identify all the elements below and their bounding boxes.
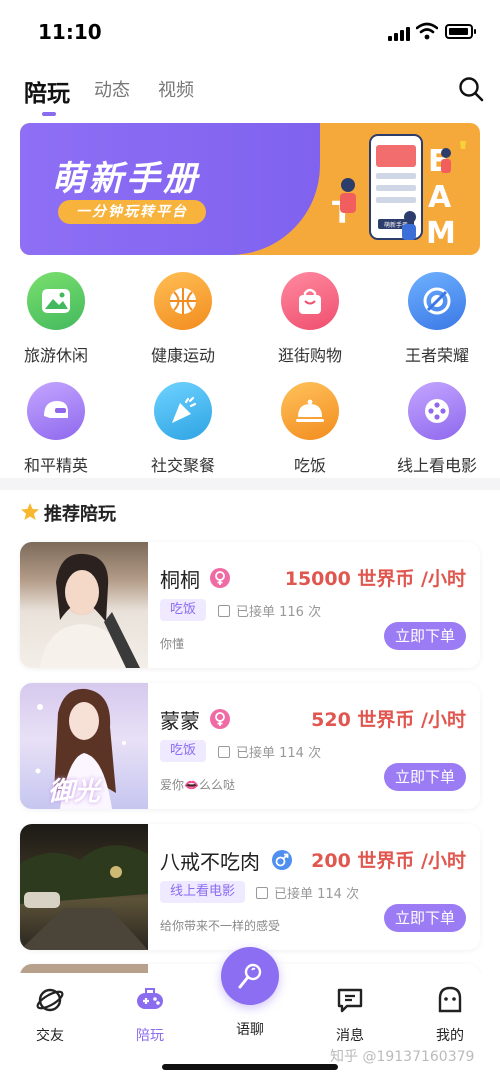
category-peace-elite[interactable]: 和平精英 — [6, 382, 106, 476]
signal-icon — [388, 27, 410, 41]
message-icon — [337, 988, 363, 1013]
star-icon — [21, 503, 39, 520]
planet-icon — [36, 988, 64, 1012]
order-now-button[interactable]: 立即下单 — [384, 904, 466, 932]
companion-price: 200 世界币 /小时 — [311, 850, 466, 872]
document-icon — [218, 605, 230, 617]
microphone-icon — [238, 963, 262, 989]
companion-price: 15000 世界币 /小时 — [284, 568, 466, 590]
category-shopping[interactable]: 逛街购物 — [260, 272, 360, 366]
banner-subtitle: 一分钟玩转平台 — [58, 200, 206, 224]
companion-tag: 吃饭 — [160, 740, 207, 762]
battery-icon — [445, 24, 476, 39]
order-now-button[interactable]: 立即下单 — [384, 622, 466, 650]
companion-photo — [20, 964, 148, 973]
svg-text:M: M — [426, 216, 456, 249]
voice-chat-button[interactable] — [221, 947, 279, 1005]
watermark: 知乎 @19137160379 — [330, 1049, 475, 1065]
banner-illustration: 萌新手册 E A M T — [332, 134, 466, 249]
game-emblem-icon — [423, 287, 451, 315]
category-honor-of-kings[interactable]: 王者荣耀 — [387, 272, 487, 366]
basketball-icon — [170, 288, 196, 314]
photo-caption: 御光 — [48, 777, 101, 807]
nav-label-yuliao[interactable]: 语聊 — [210, 1019, 290, 1039]
wifi-icon — [416, 22, 438, 40]
category-label: 王者荣耀 — [404, 346, 469, 365]
nav-jiaoyou[interactable]: 交友 — [10, 985, 90, 1045]
document-icon — [218, 746, 230, 758]
companion-description: 给你带来不一样的感受 — [160, 919, 281, 933]
order-count: 已接单 116 次 — [218, 601, 321, 620]
category-online-movie[interactable]: 线上看电影 — [387, 382, 487, 476]
banner-title: 萌新手册 — [52, 159, 200, 199]
companion-name: 八戒不吃肉 — [160, 850, 260, 874]
companion-tag: 吃饭 — [160, 599, 207, 621]
companion-price: 520 世界币 /小时 — [311, 709, 466, 731]
order-count: 已接单 114 次 — [218, 742, 321, 761]
home-indicator[interactable] — [162, 1064, 338, 1070]
status-bar: 11:10 — [0, 0, 500, 62]
cloche-icon — [296, 399, 324, 422]
top-tab-bar: 陪玩 动态 视频 — [0, 62, 500, 118]
tab-peiwan[interactable]: 陪玩 — [24, 74, 70, 108]
companion-description: 爱你👄么么哒 — [160, 778, 235, 792]
status-time: 11:10 — [38, 20, 102, 44]
companion-photo — [20, 542, 148, 668]
active-tab-indicator — [42, 112, 56, 116]
order-count: 已接单 114 次 — [256, 883, 359, 902]
companion-photo — [20, 824, 148, 950]
svg-text:A: A — [428, 180, 452, 215]
category-label: 和平精英 — [23, 456, 88, 475]
nav-label: 我的 — [436, 1028, 464, 1044]
nav-wode[interactable]: 我的 — [410, 985, 490, 1045]
nav-label: 陪玩 — [136, 1028, 164, 1044]
order-now-button[interactable]: 立即下单 — [384, 763, 466, 791]
landscape-icon — [42, 289, 70, 313]
companion-card[interactable]: 八戒不吃肉 200 世界币 /小时 线上看电影 已接单 114 次 给你带来不一… — [20, 824, 480, 950]
nav-peiwan[interactable]: 陪玩 — [110, 985, 190, 1045]
tab-shipin[interactable]: 视频 — [158, 76, 194, 102]
category-social-dining[interactable]: 社交聚餐 — [133, 382, 233, 476]
category-label: 社交聚餐 — [150, 456, 215, 475]
gamepad-icon — [137, 988, 163, 1009]
nav-label: 交友 — [36, 1028, 64, 1044]
female-icon — [210, 568, 230, 588]
nav-xiaoxi[interactable]: 消息 — [310, 985, 390, 1045]
section-title: 推荐陪玩 — [44, 504, 116, 525]
companion-card[interactable]: 桐桐 15000 世界币 /小时 吃饭 已接单 116 次 你懂 立即下单 — [20, 542, 480, 668]
category-travel[interactable]: 旅游休闲 — [6, 272, 106, 366]
companion-photo: 御光 — [20, 683, 148, 809]
category-label: 线上看电影 — [396, 456, 477, 475]
film-reel-icon — [425, 399, 449, 423]
search-icon[interactable] — [458, 76, 484, 102]
section-divider — [0, 478, 500, 490]
tab-dongtai[interactable]: 动态 — [94, 76, 130, 102]
document-icon — [256, 887, 268, 899]
male-icon — [272, 850, 292, 870]
face-icon — [438, 986, 462, 1013]
companion-description: 你懂 — [160, 637, 185, 651]
companion-tag: 线上看电影 — [160, 881, 246, 903]
nav-label: 消息 — [336, 1028, 364, 1044]
category-fitness[interactable]: 健康运动 — [133, 272, 233, 366]
category-label: 吃饭 — [293, 456, 326, 475]
category-label: 旅游休闲 — [23, 346, 88, 365]
female-icon — [210, 709, 230, 729]
main-content: 萌新手册 一分钟玩转平台 萌新手册 E A M T 旅游休闲 健康运动 逛街购物… — [0, 118, 500, 973]
companion-name: 蒙蒙 — [160, 709, 200, 733]
promo-banner[interactable]: 萌新手册 一分钟玩转平台 萌新手册 E A M T — [20, 123, 480, 255]
companion-name: 桐桐 — [160, 568, 200, 592]
category-dining[interactable]: 吃饭 — [260, 382, 360, 476]
helmet-icon — [44, 401, 68, 418]
shopping-bag-icon — [299, 288, 321, 314]
category-label: 逛街购物 — [277, 346, 342, 365]
category-label: 健康运动 — [150, 346, 215, 365]
companion-card[interactable]: 御光 蒙蒙 520 世界币 /小时 吃饭 已接单 114 次 爱你👄么么哒 立即… — [20, 683, 480, 809]
party-popper-icon — [172, 396, 197, 423]
